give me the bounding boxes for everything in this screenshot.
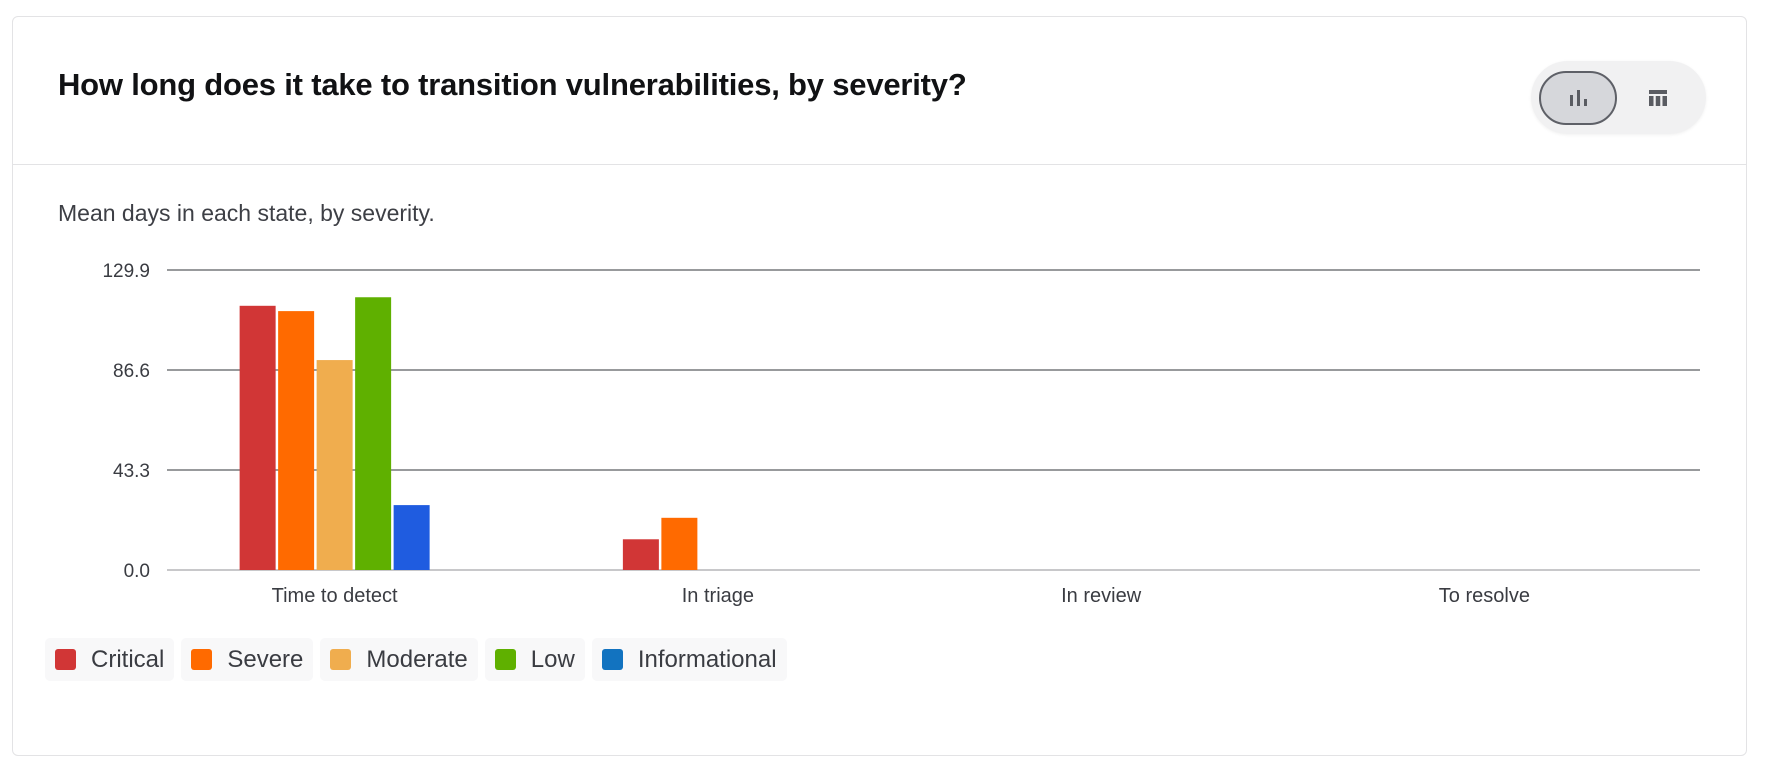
bar-informational (393, 505, 430, 570)
legend-label: Moderate (366, 645, 468, 673)
legend-label: Informational (637, 645, 777, 673)
legend-item-severe[interactable]: Severe (181, 638, 314, 681)
legend-label: Severe (227, 645, 304, 673)
y-tick-label: 129.9 (102, 261, 150, 282)
y-tick-label: 43.3 (113, 461, 150, 482)
bar-moderate (316, 360, 353, 570)
x-tick-label: In triage (682, 585, 754, 607)
x-tick-label: To resolve (1439, 585, 1530, 607)
legend-item-low[interactable]: Low (484, 638, 585, 681)
bar-critical (622, 539, 659, 570)
legend-swatch (601, 649, 623, 670)
x-tick-label: In review (1061, 585, 1142, 607)
chart-legend: Critical Severe Moderate Low Informational (45, 638, 787, 681)
y-tick-label: 86.6 (113, 361, 150, 382)
legend-swatch (330, 649, 352, 670)
bar-severe (278, 311, 315, 570)
legend-swatch (191, 649, 213, 670)
x-tick-label: Time to detect (272, 585, 398, 607)
legend-swatch (494, 649, 516, 670)
legend-item-critical[interactable]: Critical (45, 638, 175, 681)
legend-label: Low (530, 645, 575, 673)
legend-item-informational[interactable]: Informational (591, 638, 787, 681)
bar-critical (239, 305, 276, 570)
legend-item-moderate[interactable]: Moderate (320, 638, 478, 681)
legend-label: Critical (91, 645, 165, 673)
y-tick-label: 0.0 (124, 561, 150, 582)
legend-swatch (55, 649, 76, 670)
bar-low (355, 297, 392, 570)
bar-severe (661, 517, 698, 570)
